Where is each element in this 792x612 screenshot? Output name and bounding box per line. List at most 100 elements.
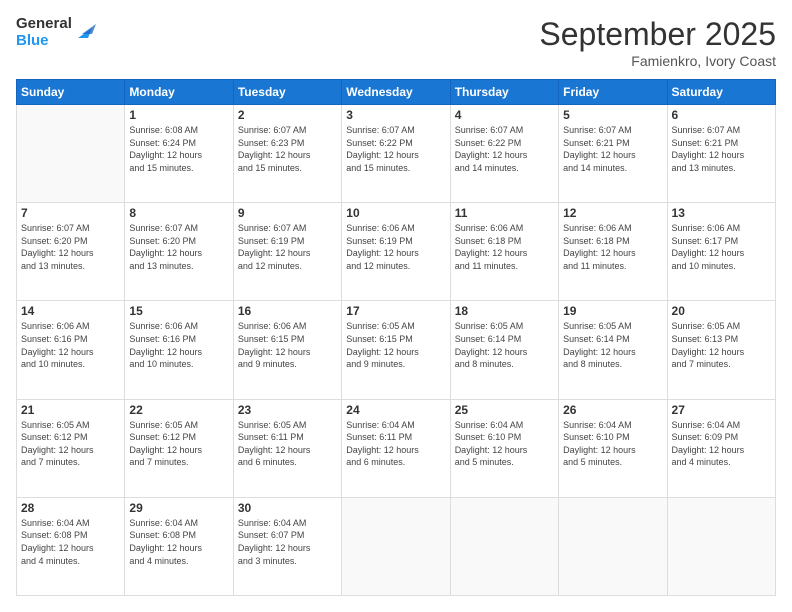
day-number: 22: [129, 403, 228, 417]
calendar-day-cell: 16 Sunrise: 6:06 AMSunset: 6:15 PMDayligh…: [233, 301, 341, 399]
month-year-title: September 2025: [539, 16, 776, 53]
calendar-week-row: 1Sunrise: 6:08 AMSunset: 6:24 PMDaylight…: [17, 105, 776, 203]
calendar-day-cell: 22 Sunrise: 6:05 AMSunset: 6:12 PMDayligh…: [125, 399, 233, 497]
logo-line2: Blue: [16, 33, 72, 50]
calendar-day-cell: [667, 497, 775, 595]
day-number: 29: [129, 501, 228, 515]
calendar-weekday-header: Friday: [559, 80, 667, 105]
logo-wordmark: General Blue: [16, 16, 96, 49]
calendar-day-cell: 28Sunrise: 6:04 AMSunset: 6:08 PMDayligh…: [17, 497, 125, 595]
day-number: 12: [563, 206, 662, 220]
day-number: 7: [21, 206, 120, 220]
calendar-weekday-header: Tuesday: [233, 80, 341, 105]
day-number: 17: [346, 304, 445, 318]
calendar-day-cell: 29 Sunrise: 6:04 AMSunset: 6:08 PMDayligh…: [125, 497, 233, 595]
day-info: Sunrise: 6:05 AMSunset: 6:14 PMDaylight:…: [563, 320, 662, 370]
day-info: Sunrise: 6:04 AMSunset: 6:09 PMDaylight:…: [672, 419, 771, 469]
day-number: 24: [346, 403, 445, 417]
day-info: Sunrise: 6:07 AMSunset: 6:23 PMDaylight:…: [238, 124, 337, 174]
calendar-day-cell: 1Sunrise: 6:08 AMSunset: 6:24 PMDaylight…: [125, 105, 233, 203]
day-info: Sunrise: 6:04 AMSunset: 6:10 PMDaylight:…: [563, 419, 662, 469]
calendar-day-cell: 2 Sunrise: 6:07 AMSunset: 6:23 PMDaylight…: [233, 105, 341, 203]
calendar-day-cell: 23 Sunrise: 6:05 AMSunset: 6:11 PMDayligh…: [233, 399, 341, 497]
calendar-table: SundayMondayTuesdayWednesdayThursdayFrid…: [16, 79, 776, 596]
logo-line1: General: [16, 16, 72, 33]
calendar-weekday-header: Monday: [125, 80, 233, 105]
day-info: Sunrise: 6:05 AMSunset: 6:13 PMDaylight:…: [672, 320, 771, 370]
calendar-day-cell: 8Sunrise: 6:07 AMSunset: 6:20 PMDaylight…: [125, 203, 233, 301]
day-info: Sunrise: 6:07 AMSunset: 6:20 PMDaylight:…: [129, 222, 228, 272]
calendar-header-row: SundayMondayTuesdayWednesdayThursdayFrid…: [17, 80, 776, 105]
logo: General Blue: [16, 16, 96, 49]
calendar-day-cell: 18 Sunrise: 6:05 AMSunset: 6:14 PMDayligh…: [450, 301, 558, 399]
calendar-day-cell: 30Sunrise: 6:04 AMSunset: 6:07 PMDayligh…: [233, 497, 341, 595]
calendar-day-cell: 24 Sunrise: 6:04 AMSunset: 6:11 PMDayligh…: [342, 399, 450, 497]
day-info: Sunrise: 6:07 AMSunset: 6:22 PMDaylight:…: [346, 124, 445, 174]
day-info: Sunrise: 6:07 AMSunset: 6:19 PMDaylight:…: [238, 222, 337, 272]
day-number: 6: [672, 108, 771, 122]
calendar-day-cell: 25 Sunrise: 6:04 AMSunset: 6:10 PMDayligh…: [450, 399, 558, 497]
day-info: Sunrise: 6:06 AMSunset: 6:16 PMDaylight:…: [129, 320, 228, 370]
day-info: Sunrise: 6:04 AMSunset: 6:10 PMDaylight:…: [455, 419, 554, 469]
day-number: 20: [672, 304, 771, 318]
day-number: 10: [346, 206, 445, 220]
calendar-day-cell: 19 Sunrise: 6:05 AMSunset: 6:14 PMDayligh…: [559, 301, 667, 399]
calendar-day-cell: [342, 497, 450, 595]
calendar-day-cell: 12 Sunrise: 6:06 AMSunset: 6:18 PMDayligh…: [559, 203, 667, 301]
day-info: Sunrise: 6:05 AMSunset: 6:11 PMDaylight:…: [238, 419, 337, 469]
day-number: 21: [21, 403, 120, 417]
day-info: Sunrise: 6:05 AMSunset: 6:12 PMDaylight:…: [129, 419, 228, 469]
day-info: Sunrise: 6:08 AMSunset: 6:24 PMDaylight:…: [129, 124, 228, 174]
calendar-day-cell: 4Sunrise: 6:07 AMSunset: 6:22 PMDaylight…: [450, 105, 558, 203]
day-info: Sunrise: 6:05 AMSunset: 6:12 PMDaylight:…: [21, 419, 120, 469]
day-number: 18: [455, 304, 554, 318]
day-number: 23: [238, 403, 337, 417]
day-info: Sunrise: 6:06 AMSunset: 6:19 PMDaylight:…: [346, 222, 445, 272]
day-number: 16: [238, 304, 337, 318]
day-info: Sunrise: 6:07 AMSunset: 6:21 PMDaylight:…: [672, 124, 771, 174]
calendar-day-cell: [450, 497, 558, 595]
calendar-day-cell: 17 Sunrise: 6:05 AMSunset: 6:15 PMDayligh…: [342, 301, 450, 399]
calendar-day-cell: 20 Sunrise: 6:05 AMSunset: 6:13 PMDayligh…: [667, 301, 775, 399]
logo-arrow-icon: [74, 20, 96, 42]
calendar-weekday-header: Sunday: [17, 80, 125, 105]
day-info: Sunrise: 6:07 AMSunset: 6:22 PMDaylight:…: [455, 124, 554, 174]
day-info: Sunrise: 6:07 AMSunset: 6:20 PMDaylight:…: [21, 222, 120, 272]
day-number: 13: [672, 206, 771, 220]
calendar-day-cell: 3Sunrise: 6:07 AMSunset: 6:22 PMDaylight…: [342, 105, 450, 203]
day-info: Sunrise: 6:04 AMSunset: 6:08 PMDaylight:…: [129, 517, 228, 567]
day-info: Sunrise: 6:05 AMSunset: 6:15 PMDaylight:…: [346, 320, 445, 370]
day-info: Sunrise: 6:06 AMSunset: 6:15 PMDaylight:…: [238, 320, 337, 370]
day-number: 25: [455, 403, 554, 417]
day-info: Sunrise: 6:06 AMSunset: 6:18 PMDaylight:…: [455, 222, 554, 272]
day-number: 5: [563, 108, 662, 122]
calendar-day-cell: 27 Sunrise: 6:04 AMSunset: 6:09 PMDayligh…: [667, 399, 775, 497]
calendar-day-cell: 6 Sunrise: 6:07 AMSunset: 6:21 PMDaylight…: [667, 105, 775, 203]
day-number: 2: [238, 108, 337, 122]
day-info: Sunrise: 6:06 AMSunset: 6:18 PMDaylight:…: [563, 222, 662, 272]
day-number: 15: [129, 304, 228, 318]
day-info: Sunrise: 6:04 AMSunset: 6:11 PMDaylight:…: [346, 419, 445, 469]
calendar-day-cell: 21 Sunrise: 6:05 AMSunset: 6:12 PMDayligh…: [17, 399, 125, 497]
day-number: 9: [238, 206, 337, 220]
day-info: Sunrise: 6:04 AMSunset: 6:08 PMDaylight:…: [21, 517, 120, 567]
day-number: 30: [238, 501, 337, 515]
day-number: 19: [563, 304, 662, 318]
title-section: September 2025 Famienkro, Ivory Coast: [539, 16, 776, 69]
calendar-day-cell: [17, 105, 125, 203]
header: General Blue September 2025 Famienkro, I…: [16, 16, 776, 69]
calendar-day-cell: 7 Sunrise: 6:07 AMSunset: 6:20 PMDaylight…: [17, 203, 125, 301]
calendar-week-row: 14Sunrise: 6:06 AMSunset: 6:16 PMDayligh…: [17, 301, 776, 399]
calendar-week-row: 21 Sunrise: 6:05 AMSunset: 6:12 PMDayligh…: [17, 399, 776, 497]
day-info: Sunrise: 6:07 AMSunset: 6:21 PMDaylight:…: [563, 124, 662, 174]
day-info: Sunrise: 6:05 AMSunset: 6:14 PMDaylight:…: [455, 320, 554, 370]
day-number: 27: [672, 403, 771, 417]
calendar-day-cell: 10 Sunrise: 6:06 AMSunset: 6:19 PMDayligh…: [342, 203, 450, 301]
calendar-day-cell: 9 Sunrise: 6:07 AMSunset: 6:19 PMDaylight…: [233, 203, 341, 301]
calendar-weekday-header: Thursday: [450, 80, 558, 105]
calendar-day-cell: 11Sunrise: 6:06 AMSunset: 6:18 PMDayligh…: [450, 203, 558, 301]
calendar-day-cell: [559, 497, 667, 595]
calendar-day-cell: 5 Sunrise: 6:07 AMSunset: 6:21 PMDaylight…: [559, 105, 667, 203]
calendar-week-row: 7 Sunrise: 6:07 AMSunset: 6:20 PMDaylight…: [17, 203, 776, 301]
calendar-weekday-header: Wednesday: [342, 80, 450, 105]
